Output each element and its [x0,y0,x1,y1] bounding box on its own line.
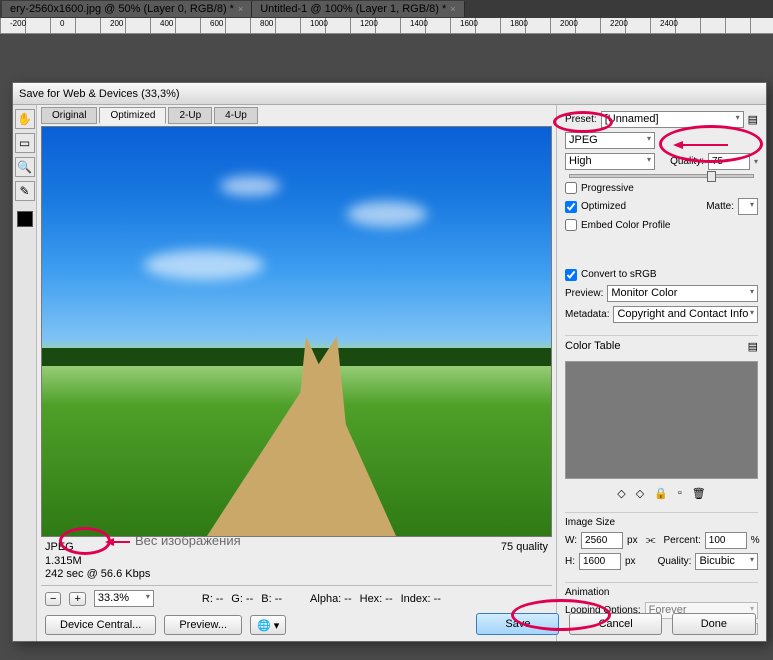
slider-thumb[interactable] [707,171,716,182]
readout-r: R: -- [202,593,223,605]
tool-column: ✋ ▭ 🔍 ✎ [13,105,37,641]
percent-input[interactable] [705,532,747,549]
document-tab-2[interactable]: Untitled-1 @ 100% (Layer 1, RGB/8) * × [252,1,464,17]
preview-pane: Original Optimized 2-Up 4-Up JPEG 1.315M [37,105,556,641]
tab-4up[interactable]: 4-Up [214,107,258,124]
progressive-label: Progressive [581,183,634,194]
preset-label: Preset: [565,114,597,125]
resample-select[interactable]: Bicubic [695,553,758,570]
document-tabs: ery-2560x1600.jpg @ 50% (Layer 0, RGB/8)… [0,0,773,18]
link-icon[interactable]: ⫘ [646,534,656,547]
image-preview[interactable] [41,126,552,537]
trash-icon[interactable]: 🗑 [692,487,706,500]
width-input[interactable] [581,532,623,549]
width-label: W: [565,535,577,546]
convert-srgb-checkbox[interactable] [565,269,577,281]
done-button[interactable]: Done [672,613,756,635]
tab-2up[interactable]: 2-Up [168,107,212,124]
percent-label: Percent: [664,535,701,546]
preview-button[interactable]: Preview... [164,615,242,635]
preview-select[interactable]: Monitor Color [607,285,758,302]
readout-index: Index: -- [401,593,441,605]
matte-select[interactable] [738,198,758,215]
preview-format: JPEG [45,541,150,554]
slice-tool-icon[interactable]: ▭ [15,133,35,153]
settings-panel: Preset: [Unnamed] ▤ JPEG High Quality: ▾ Pro… [556,105,766,641]
horizontal-ruler: -200020040060080010001200140016001800200… [0,18,773,34]
color-table-icons: ◇ ◇ 🔒 ▫ 🗑 [565,487,758,500]
tab-label: Untitled-1 @ 100% (Layer 1, RGB/8) * [260,3,446,15]
tab-label: ery-2560x1600.jpg @ 50% (Layer 0, RGB/8)… [10,3,234,15]
icon[interactable]: ▫ [678,487,682,500]
height-input[interactable] [579,553,621,570]
zoom-in-button[interactable]: + [69,592,85,606]
preview-speed: 242 sec @ 56.6 Kbps [45,568,150,581]
optimized-checkbox[interactable] [565,201,577,213]
zoom-status-bar: − + 33.3% R: -- G: -- B: -- Alpha: -- He… [41,585,552,611]
hand-tool-icon[interactable]: ✋ [15,109,35,129]
quality-input[interactable] [708,153,750,170]
height-label: H: [565,556,575,567]
icon[interactable]: ◇ [636,487,644,500]
readout-b: B: -- [261,593,282,605]
cancel-button[interactable]: Cancel [569,613,661,635]
chevron-down-icon[interactable]: ▾ [754,157,758,166]
save-button[interactable]: Save [476,613,559,635]
readout-g: G: -- [231,593,253,605]
dialog-titlebar[interactable]: Save for Web & Devices (33,3%) [13,83,766,105]
device-central-button[interactable]: Device Central... [45,615,156,635]
tab-optimized[interactable]: Optimized [99,107,166,124]
resample-label: Quality: [658,556,692,567]
icon[interactable]: ◇ [617,487,625,500]
quality-slider[interactable] [569,174,754,178]
close-icon[interactable]: × [450,4,455,14]
metadata-select[interactable]: Copyright and Contact Info [613,306,758,323]
zoom-out-button[interactable]: − [45,592,61,606]
embed-profile-checkbox[interactable] [565,219,577,231]
view-tabs: Original Optimized 2-Up 4-Up [41,107,552,124]
panel-menu-icon[interactable]: ▤ [748,340,758,353]
preview-info-bar: JPEG 1.315M 242 sec @ 56.6 Kbps 75 quali… [41,539,552,583]
dialog-footer: Save Cancel Done [476,613,756,635]
readout-hex: Hex: -- [360,593,393,605]
optimized-label: Optimized [581,201,626,212]
readout-alpha: Alpha: -- [310,593,352,605]
quality-preset-select[interactable]: High [565,153,655,170]
image-size-section: Image Size [565,512,758,528]
browser-preview-button[interactable]: 🌐 ▾ [250,615,286,635]
preview-filesize: 1.315M [45,555,150,568]
color-table-section: Color Table▤ [565,335,758,353]
preview-label: Preview: [565,288,603,299]
icon[interactable]: 🔒 [654,487,668,500]
panel-menu-icon[interactable]: ▤ [748,113,758,126]
animation-section: Animation [565,582,758,598]
embed-label: Embed Color Profile [581,220,670,231]
document-tab-1[interactable]: ery-2560x1600.jpg @ 50% (Layer 0, RGB/8)… [2,1,252,17]
quality-label: Quality: [670,156,704,167]
preview-quality: 75 quality [501,541,548,581]
progressive-checkbox[interactable] [565,182,577,194]
save-for-web-dialog: Save for Web & Devices (33,3%) ✋ ▭ 🔍 ✎ O… [12,82,767,642]
zoom-tool-icon[interactable]: 🔍 [15,157,35,177]
zoom-select[interactable]: 33.3% [94,590,154,607]
metadata-label: Metadata: [565,309,609,320]
convert-label: Convert to sRGB [581,269,657,280]
format-select[interactable]: JPEG [565,132,655,149]
tab-original[interactable]: Original [41,107,97,124]
matte-label: Matte: [706,201,734,212]
color-table[interactable] [565,361,758,480]
preset-select[interactable]: [Unnamed] [601,111,744,128]
eyedropper-tool-icon[interactable]: ✎ [15,181,35,201]
close-icon[interactable]: × [238,4,243,14]
dialog-title: Save for Web & Devices (33,3%) [19,88,180,100]
eyedropper-color-swatch[interactable] [17,211,33,227]
